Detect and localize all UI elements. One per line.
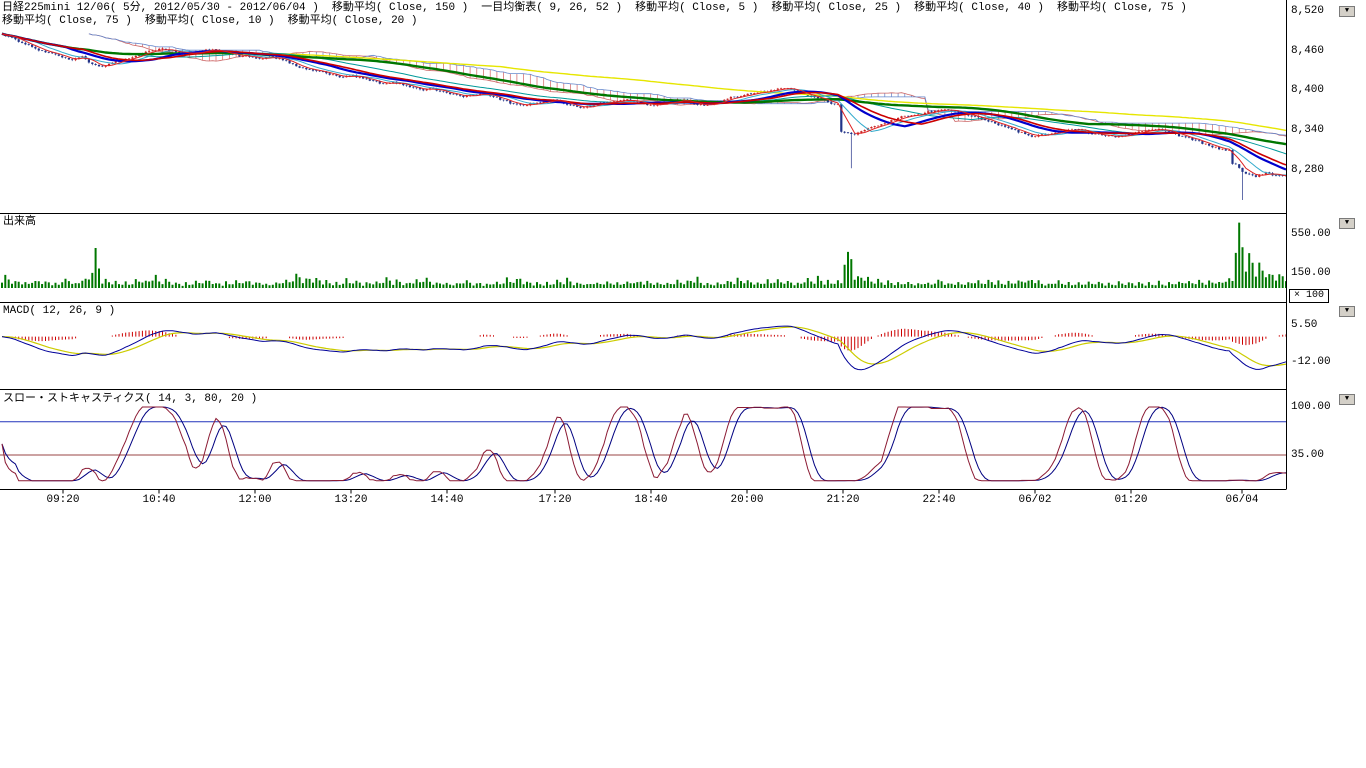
- x-axis-label: 09:20: [33, 494, 93, 506]
- price-axis-label: 8,280: [1291, 164, 1324, 176]
- x-axis-label: 13:20: [321, 494, 381, 506]
- x-axis-label: 17:20: [525, 494, 585, 506]
- legend-item: 移動平均( Close, 150 ): [332, 2, 468, 14]
- price-axis-label: 8,520: [1291, 5, 1324, 17]
- x-axis-label: 06/04: [1212, 494, 1272, 506]
- axis-scroll-down-button[interactable]: ▼: [1339, 6, 1355, 17]
- legend-item: 日経225mini 12/06( 5分, 2012/05/30 - 2012/0…: [2, 2, 319, 14]
- price-axis-label: 8,400: [1291, 84, 1324, 96]
- macd-axis-label: 5.50: [1291, 319, 1317, 331]
- legend-row-1: 日経225mini 12/06( 5分, 2012/05/30 - 2012/0…: [2, 2, 1200, 14]
- axis-scroll-down-button[interactable]: ▼: [1339, 306, 1355, 317]
- macd-pane-label: MACD( 12, 26, 9 ): [3, 305, 115, 317]
- stoch-axis-label: 35.00: [1291, 449, 1324, 461]
- x-axis-label: 20:00: [717, 494, 777, 506]
- chart-application-window: 日経225mini 12/06( 5分, 2012/05/30 - 2012/0…: [0, 0, 1366, 768]
- legend-item: 移動平均( Close, 25 ): [771, 2, 901, 14]
- legend-item: 移動平均( Close, 40 ): [914, 2, 1044, 14]
- x-axis-label: 14:40: [417, 494, 477, 506]
- x-axis-label: 22:40: [909, 494, 969, 506]
- legend-item: 移動平均( Close, 10 ): [145, 15, 275, 27]
- stoch-axis-label: 100.00: [1291, 401, 1331, 413]
- legend-item: 移動平均( Close, 5 ): [635, 2, 758, 14]
- volume-axis-label: 150.00: [1291, 267, 1331, 279]
- axis-scroll-down-button[interactable]: ▼: [1339, 394, 1355, 405]
- volume-multiplier-badge: × 100: [1289, 289, 1329, 303]
- legend-item: 移動平均( Close, 20 ): [288, 15, 418, 27]
- legend-item: 一目均衡表( 9, 26, 52 ): [481, 2, 622, 14]
- legend-row-2: 移動平均( Close, 75 ) 移動平均( Close, 10 ) 移動平均( …: [2, 15, 430, 27]
- volume-axis-label: 550.00: [1291, 228, 1331, 240]
- x-axis-label: 06/02: [1005, 494, 1065, 506]
- x-axis-label: 01:20: [1101, 494, 1161, 506]
- legend-item: 移動平均( Close, 75 ): [1057, 2, 1187, 14]
- stoch-pane-label: スロー・ストキャスティクス( 14, 3, 80, 20 ): [3, 393, 257, 405]
- x-axis-label: 18:40: [621, 494, 681, 506]
- chart-plot-area[interactable]: [0, 0, 1366, 515]
- x-axis-label: 12:00: [225, 494, 285, 506]
- volume-pane-label: 出来高: [3, 216, 36, 228]
- price-axis-label: 8,460: [1291, 45, 1324, 57]
- macd-axis-label: -12.00: [1291, 356, 1331, 368]
- legend-item: 移動平均( Close, 75 ): [2, 15, 132, 27]
- price-axis-label: 8,340: [1291, 124, 1324, 136]
- x-axis-label: 10:40: [129, 494, 189, 506]
- axis-scroll-down-button[interactable]: ▼: [1339, 218, 1355, 229]
- x-axis-label: 21:20: [813, 494, 873, 506]
